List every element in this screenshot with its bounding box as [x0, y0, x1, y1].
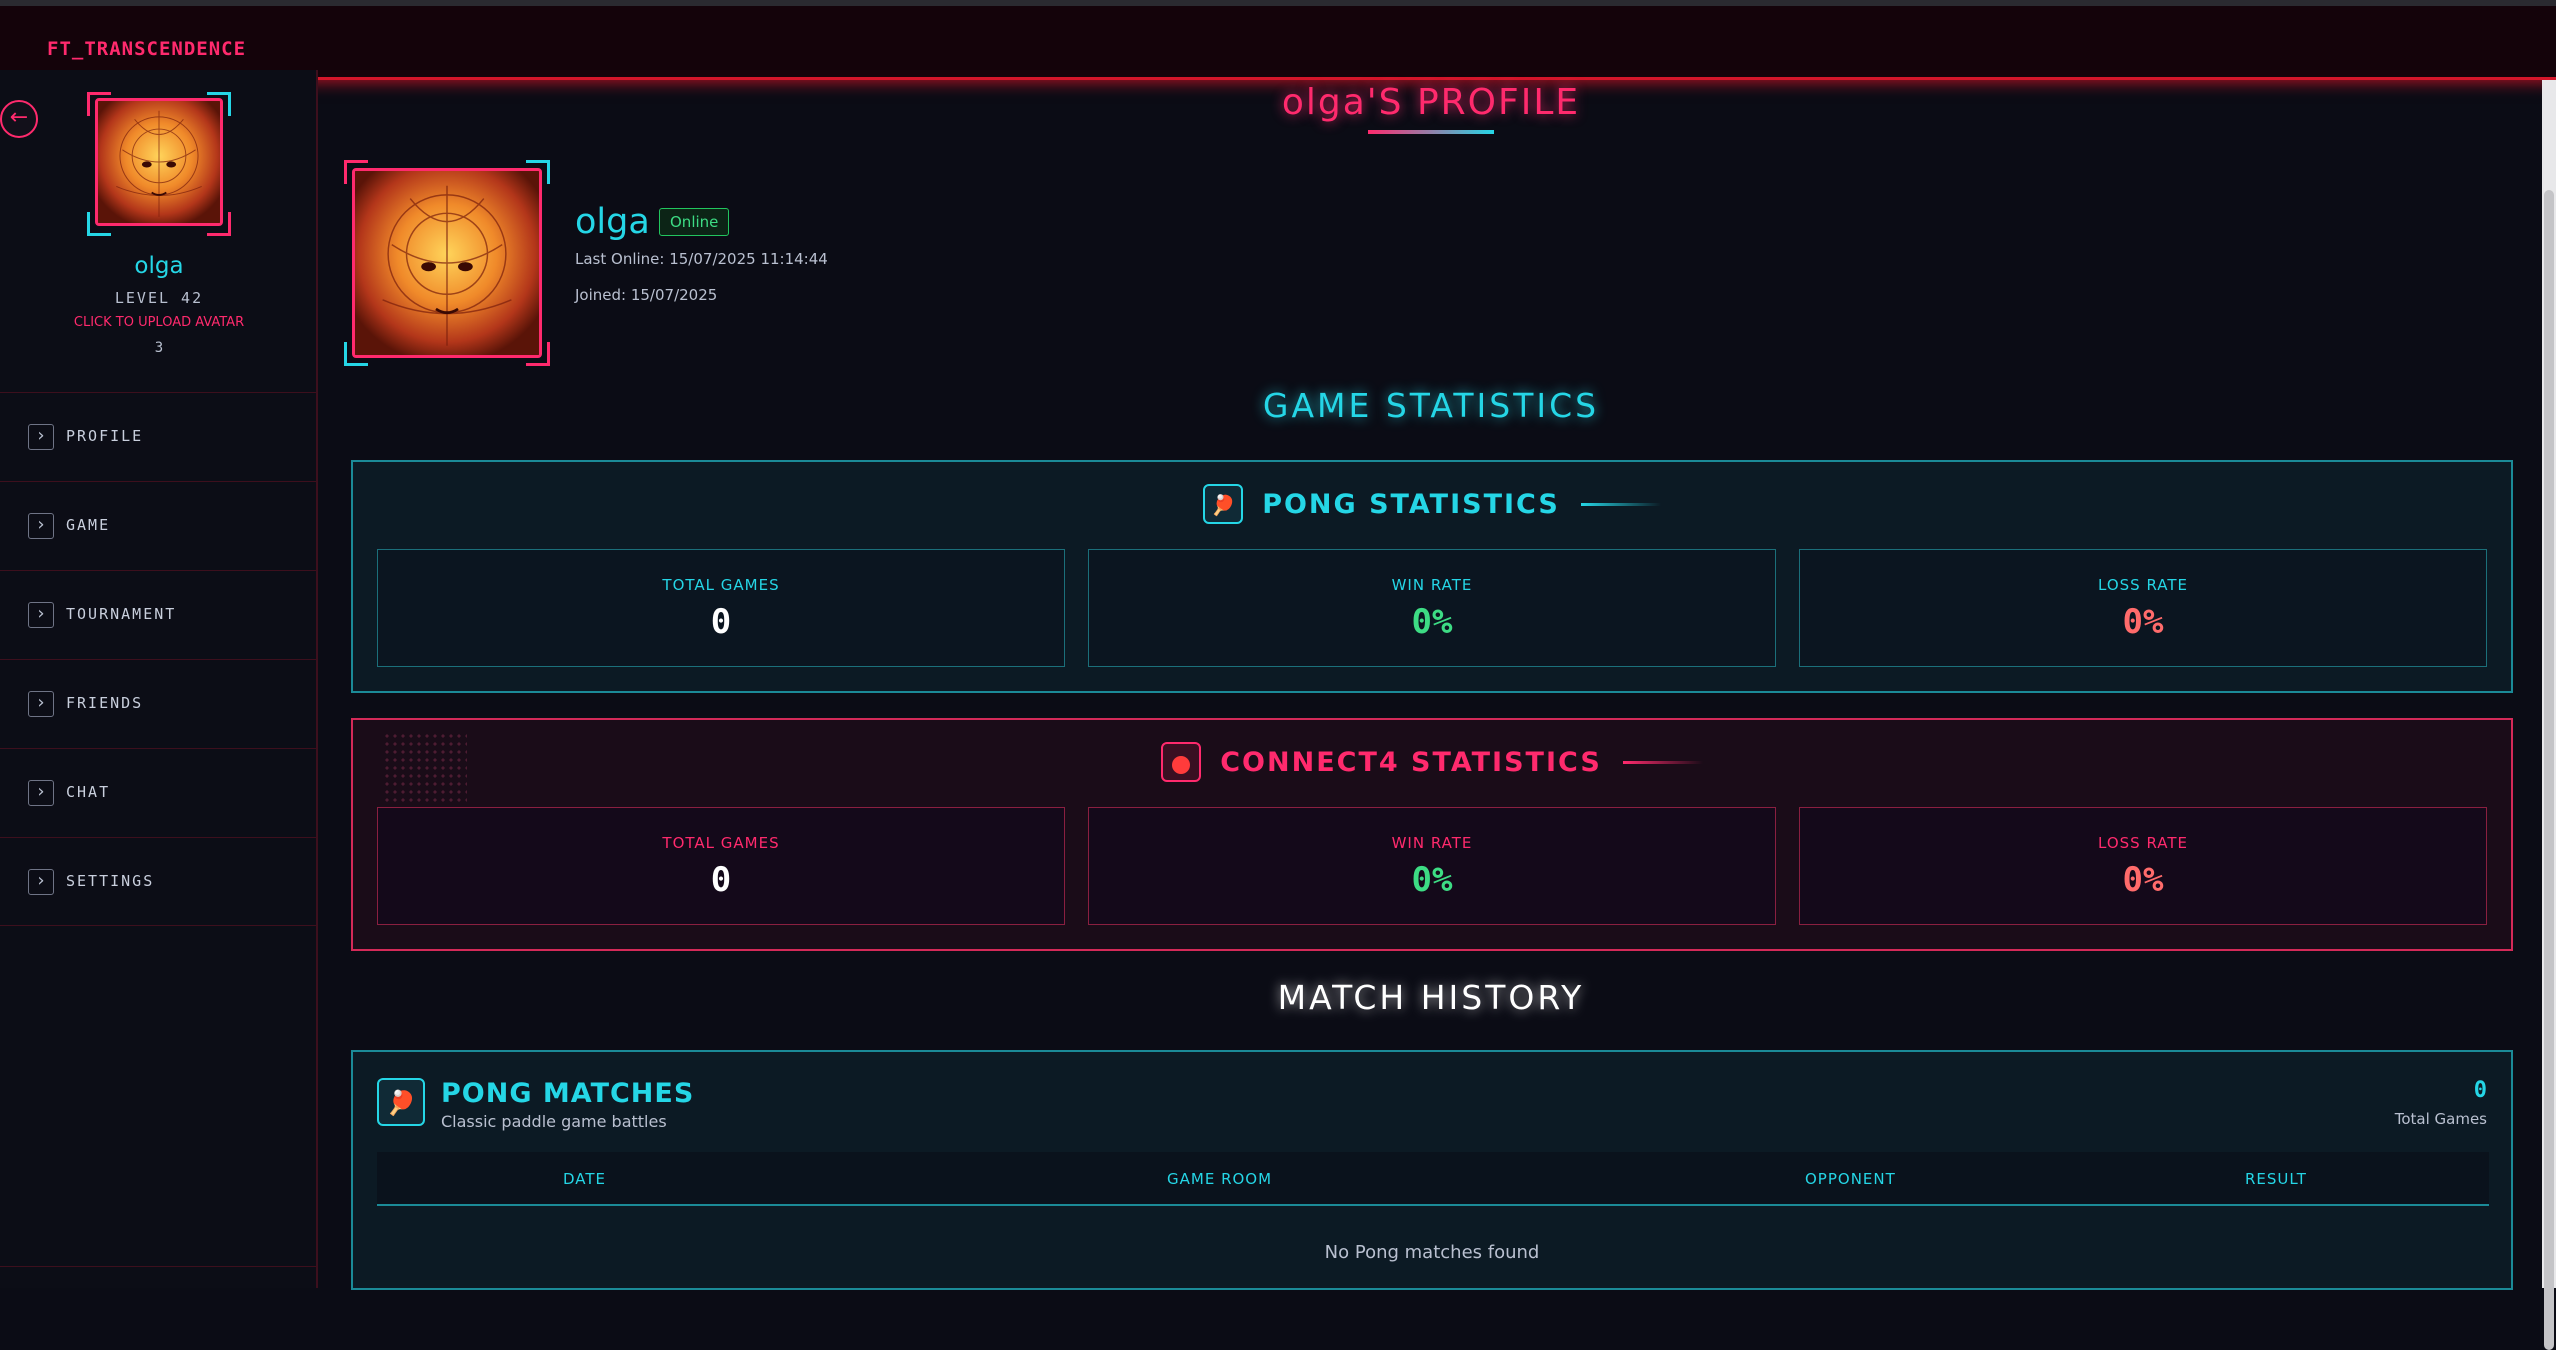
stat-win-rate: WIN RATE 0% — [1088, 549, 1776, 667]
sidebar-level: LEVEL 42 — [114, 289, 204, 307]
status-badge: Online — [659, 208, 730, 236]
stat-total-games: TOTAL GAMES 0 — [377, 549, 1065, 667]
stat-loss-rate: LOSS RATE 0% — [1799, 549, 2487, 667]
total-games-label: Total Games — [2394, 1110, 2487, 1128]
pong-statistics-panel: 🏓 PONG STATISTICS TOTAL GAMES 0 WIN RATE… — [351, 460, 2513, 693]
scrollbar-thumb[interactable] — [2544, 190, 2554, 1350]
column-header-opponent[interactable]: OPPONENT — [1805, 1170, 1896, 1188]
column-header-game-room[interactable]: GAME ROOM — [1167, 1170, 1272, 1188]
sidebar-item-tournament[interactable]: › TOURNAMENT — [0, 570, 316, 659]
panel-subtitle: Classic paddle game battles — [441, 1112, 667, 1131]
main-content: olga'S PROFILE olga Online Last Online: … — [320, 80, 2542, 1290]
title-accent-line — [1622, 760, 1703, 764]
profile-name: olga — [575, 202, 650, 242]
stat-label: WIN RATE — [1391, 576, 1473, 594]
app-brand[interactable]: FT_TRANSCENDENCE — [47, 38, 246, 60]
stat-value: 0 — [710, 602, 732, 642]
stat-label: LOSS RATE — [2098, 834, 2188, 852]
red-disc-icon — [1161, 742, 1202, 782]
avatar-image — [352, 168, 542, 358]
ping-pong-paddle-icon: 🏓 — [1203, 484, 1244, 524]
stat-value: 0 — [710, 860, 732, 900]
sidebar: ← olga LEVEL 42 CLICK TO UPLOAD AVATAR 3… — [0, 70, 318, 1288]
panel-title: PONG MATCHES — [441, 1078, 695, 1109]
stat-value: 0% — [1411, 860, 1453, 900]
sidebar-item-label: PROFILE — [66, 427, 144, 445]
stat-win-rate: WIN RATE 0% — [1088, 807, 1776, 925]
panel-title: PONG STATISTICS — [1262, 488, 1560, 520]
scrollbar[interactable] — [2542, 80, 2556, 1350]
sidebar-item-friends[interactable]: › FRIENDS — [0, 659, 316, 748]
back-arrow-icon[interactable]: ← — [0, 100, 38, 138]
chevron-right-icon: › — [28, 691, 54, 717]
sidebar-item-game[interactable]: › GAME — [0, 481, 316, 570]
chevron-right-icon: › — [28, 513, 54, 539]
chevron-right-icon: › — [28, 602, 54, 628]
stat-loss-rate: LOSS RATE 0% — [1799, 807, 2487, 925]
sidebar-username: olga — [134, 253, 184, 279]
profile-avatar — [344, 160, 550, 366]
divider — [0, 1266, 316, 1267]
match-history-title: MATCH HISTORY — [1277, 978, 1585, 1017]
stat-label: WIN RATE — [1391, 834, 1473, 852]
chevron-right-icon: › — [28, 869, 54, 895]
last-online: Last Online: 15/07/2025 11:14:44 — [575, 250, 828, 268]
panel-title: CONNECT4 STATISTICS — [1220, 746, 1602, 778]
pong-matches-panel: 🏓 PONG MATCHES Classic paddle game battl… — [351, 1050, 2513, 1290]
column-header-result[interactable]: RESULT — [2245, 1170, 2307, 1188]
title-underline — [1368, 130, 1494, 134]
table-header: DATE GAME ROOM OPPONENT RESULT — [377, 1152, 2489, 1206]
sidebar-count: 3 — [154, 340, 164, 356]
stat-value: 0% — [2122, 860, 2164, 900]
top-bar: FT_TRANSCENDENCE — [0, 0, 2556, 80]
panel-header: CONNECT4 STATISTICS — [353, 742, 2511, 782]
sidebar-nav: › PROFILE › GAME › TOURNAMENT › FRIENDS … — [0, 392, 316, 926]
ping-pong-paddle-icon: 🏓 — [377, 1078, 425, 1126]
panel-header: 🏓 PONG STATISTICS — [353, 484, 2511, 524]
stat-label: LOSS RATE — [2098, 576, 2188, 594]
sidebar-item-label: GAME — [66, 516, 111, 534]
sidebar-item-settings[interactable]: › SETTINGS — [0, 837, 316, 926]
joined-date: Joined: 15/07/2025 — [575, 286, 718, 304]
page-title: olga'S PROFILE — [1281, 82, 1581, 123]
sidebar-item-label: TOURNAMENT — [66, 605, 177, 623]
title-accent-line — [1580, 502, 1661, 506]
stat-value: 0% — [1411, 602, 1453, 642]
sidebar-item-label: SETTINGS — [66, 872, 155, 890]
connect4-statistics-panel: CONNECT4 STATISTICS TOTAL GAMES 0 WIN RA… — [351, 718, 2513, 951]
total-games-count: 0 — [2473, 1078, 2487, 1103]
game-statistics-title: GAME STATISTICS — [1262, 386, 1600, 425]
column-header-date[interactable]: DATE — [563, 1170, 606, 1188]
empty-state-message: No Pong matches found — [1324, 1242, 1540, 1263]
sidebar-item-chat[interactable]: › CHAT — [0, 748, 316, 837]
sidebar-avatar[interactable] — [87, 92, 231, 236]
upload-avatar-link[interactable]: CLICK TO UPLOAD AVATAR — [0, 315, 318, 330]
sidebar-item-label: FRIENDS — [66, 694, 144, 712]
chevron-right-icon: › — [28, 780, 54, 806]
sidebar-item-label: CHAT — [66, 783, 111, 801]
stat-value: 0% — [2122, 602, 2164, 642]
stat-total-games: TOTAL GAMES 0 — [377, 807, 1065, 925]
stat-label: TOTAL GAMES — [662, 576, 780, 594]
stat-label: TOTAL GAMES — [662, 834, 780, 852]
avatar-image — [95, 98, 223, 226]
sidebar-item-profile[interactable]: › PROFILE — [0, 392, 316, 481]
chevron-right-icon: › — [28, 424, 54, 450]
